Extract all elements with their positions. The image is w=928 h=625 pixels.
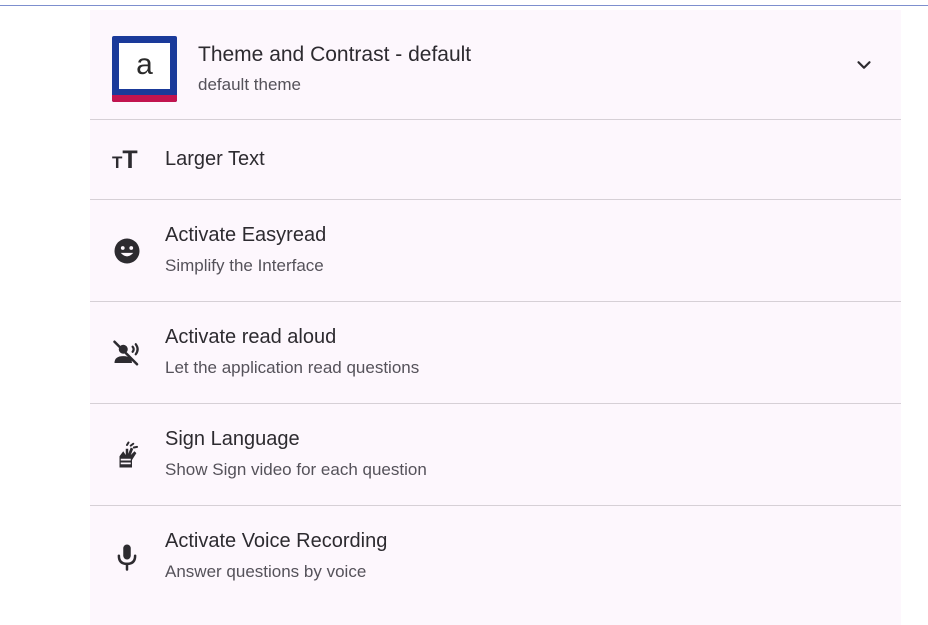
option-title: Activate Voice Recording [165,530,388,552]
theme-title: Theme and Contrast - default [198,43,472,66]
theme-contrast-header[interactable]: a Theme and Contrast - default default t… [90,10,901,120]
chevron-down-icon[interactable] [853,54,875,76]
sign-language-icon [119,441,138,468]
voice-off-icon [113,340,139,366]
option-sign-language[interactable]: Sign Language Show Sign video for each q… [90,404,901,506]
option-subtitle: Answer questions by voice [165,562,367,581]
option-title: Larger Text [165,148,265,170]
option-title: Sign Language [165,428,300,450]
option-larger-text[interactable]: TT Larger Text [90,120,901,200]
option-easyread[interactable]: Activate Easyread Simplify the Interface [90,200,901,302]
theme-preview-accent-bar [112,95,177,102]
option-subtitle: Show Sign video for each question [165,460,427,479]
top-divider [0,5,928,6]
theme-preview-thumbnail: a [112,36,177,102]
text-size-icon: TT [112,146,138,174]
theme-preview-letter: a [119,43,170,89]
option-read-aloud[interactable]: Activate read aloud Let the application … [90,302,901,404]
theme-subtitle: default theme [198,75,302,94]
option-voice-recording[interactable]: Activate Voice Recording Answer question… [90,506,901,608]
option-subtitle: Let the application read questions [165,358,420,377]
accessibility-panel: a Theme and Contrast - default default t… [90,10,901,625]
smiley-face-icon [114,238,140,264]
option-title: Activate Easyread [165,224,327,246]
microphone-icon [117,544,137,571]
option-title: Activate read aloud [165,326,337,348]
option-subtitle: Simplify the Interface [165,256,324,275]
